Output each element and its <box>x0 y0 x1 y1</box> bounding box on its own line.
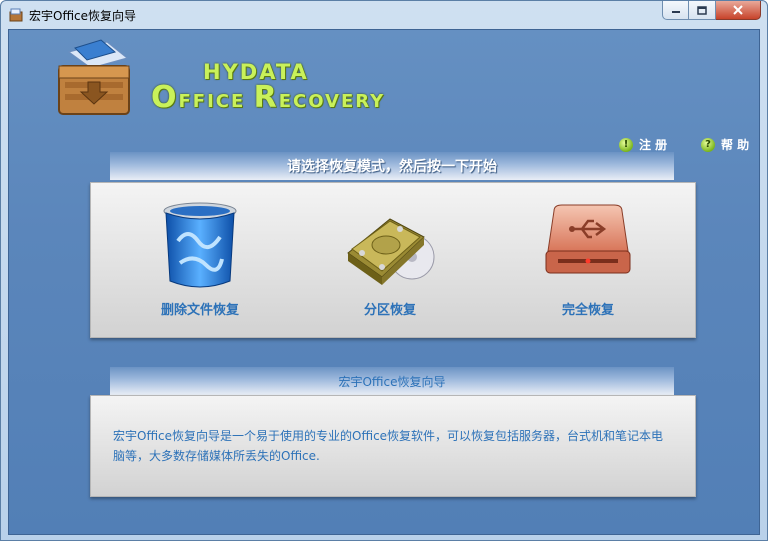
register-icon: ! <box>619 137 633 152</box>
help-icon: ? <box>701 137 715 152</box>
box-logo-icon <box>58 39 130 115</box>
hard-disk-icon <box>347 218 435 285</box>
mode-deleted-file-recovery[interactable]: 删除文件恢复 <box>135 201 265 318</box>
mode-deleted-file-label: 删除文件恢复 <box>160 303 239 318</box>
maximize-icon <box>697 5 707 15</box>
window-controls <box>662 1 761 21</box>
help-label: 帮 助 <box>721 138 750 152</box>
main-panel: HYDATA OFFICE RECOVERY ! 注 册 ? 帮 助 请选择恢复… <box>8 29 760 535</box>
brand-bottom-text: OFFICE RECOVERY <box>151 80 385 115</box>
window-title: 宏宇Office恢复向导 <box>29 9 137 23</box>
app-window: 宏宇Office恢复向导 HYDATA OFFICE RECOVERY ! 注 … <box>0 0 768 541</box>
info-title: 宏宇Office恢复向导 <box>338 374 446 389</box>
mode-select-title: 请选择恢复模式，然后按一下开始 <box>287 159 497 175</box>
help-link[interactable]: ? 帮 助 <box>701 136 749 153</box>
maximize-button[interactable] <box>689 1 716 20</box>
title-bar[interactable]: 宏宇Office恢复向导 <box>1 1 767 29</box>
minimize-button[interactable] <box>662 1 689 20</box>
register-link[interactable]: ! 注 册 <box>619 136 667 153</box>
minimize-icon <box>671 11 680 13</box>
mode-full-recovery[interactable]: 完全恢复 <box>523 201 653 318</box>
usb-drive-icon <box>545 204 631 274</box>
close-button[interactable] <box>716 1 761 20</box>
recovery-modes-panel: 删除文件恢复 分区恢复 完全恢复 <box>90 182 696 338</box>
close-icon <box>733 5 743 15</box>
product-description: 宏宇Office恢复向导是一个易于使用的专业的Office恢复软件，可以恢复包括… <box>113 429 664 463</box>
mode-select-header: 请选择恢复模式，然后按一下开始 <box>110 152 674 180</box>
brand-word-office: FFICE <box>178 91 246 112</box>
mode-partition-label: 分区恢复 <box>363 303 416 318</box>
brand-initial-r: R <box>253 80 279 115</box>
mode-full-recovery-label: 完全恢复 <box>561 303 614 318</box>
info-header: 宏宇Office恢复向导 <box>110 367 674 395</box>
register-label: 注 册 <box>639 138 668 152</box>
info-panel: 宏宇Office恢复向导是一个易于使用的专业的Office恢复软件，可以恢复包括… <box>90 395 696 497</box>
brand-word-recovery: ECOVERY <box>278 91 386 112</box>
recycle-bin-icon <box>163 202 237 288</box>
app-icon <box>9 8 23 22</box>
mode-partition-recovery[interactable]: 分区恢复 <box>325 201 455 318</box>
brand-initial-o: O <box>151 80 179 115</box>
